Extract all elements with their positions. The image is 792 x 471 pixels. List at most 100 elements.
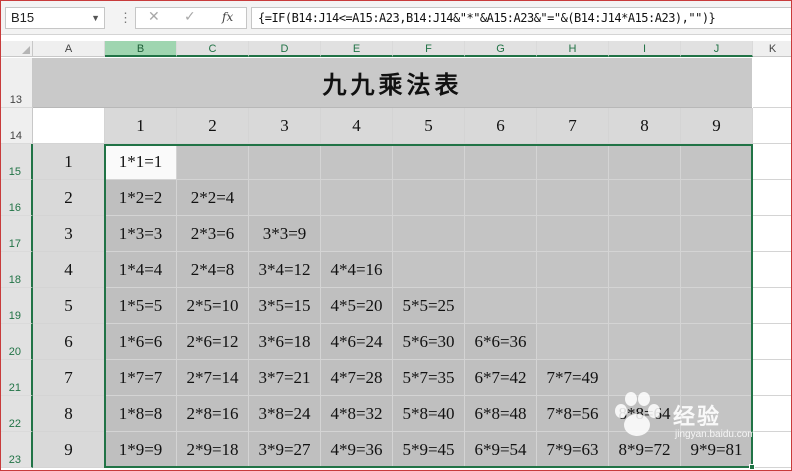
table-cell[interactable]	[537, 324, 609, 360]
table-cell[interactable]: 5*5=25	[393, 288, 465, 324]
table-cell[interactable]: 1*2=2	[105, 180, 177, 216]
cell-k[interactable]	[753, 288, 791, 324]
table-cell[interactable]: 4*8=32	[321, 396, 393, 432]
cancel-icon[interactable]: ✕	[148, 9, 160, 25]
table-cell[interactable]: 6*6=36	[465, 324, 537, 360]
table-cell[interactable]: 9*9=81	[681, 432, 753, 468]
table-cell[interactable]: 3*7=21	[249, 360, 321, 396]
table-cell[interactable]: 3*5=15	[249, 288, 321, 324]
table-cell[interactable]	[393, 216, 465, 252]
table-cell[interactable]	[321, 144, 393, 180]
table-cell[interactable]: 3*3=9	[249, 216, 321, 252]
table-cell[interactable]: 7*7=49	[537, 360, 609, 396]
table-cell[interactable]	[681, 144, 753, 180]
enter-icon[interactable]: ✓	[184, 9, 196, 25]
table-cell[interactable]	[609, 180, 681, 216]
table-cell[interactable]: 4*7=28	[321, 360, 393, 396]
table-cell[interactable]	[609, 360, 681, 396]
table-cell[interactable]: 1*6=6	[105, 324, 177, 360]
cell-k[interactable]	[753, 252, 791, 288]
table-cell[interactable]: 1*3=3	[105, 216, 177, 252]
table-cell[interactable]: 2*6=12	[177, 324, 249, 360]
multiplier-row-label[interactable]: 5	[33, 288, 105, 324]
column-header-h[interactable]: H	[537, 41, 609, 57]
row-header-22[interactable]: 22	[1, 396, 33, 432]
multiplier-header-cell[interactable]: 6	[465, 108, 537, 144]
cell-k13[interactable]	[753, 58, 791, 108]
multiplier-header-cell[interactable]: 5	[393, 108, 465, 144]
table-cell[interactable]	[681, 288, 753, 324]
multiplier-row-label[interactable]: 1	[33, 144, 105, 180]
multiplier-header-cell[interactable]: 4	[321, 108, 393, 144]
table-cell[interactable]	[681, 324, 753, 360]
table-cell[interactable]	[681, 252, 753, 288]
row-header-14[interactable]: 14	[1, 108, 33, 144]
table-cell[interactable]: 8*9=72	[609, 432, 681, 468]
multiplier-header-cell[interactable]: 3	[249, 108, 321, 144]
table-cell[interactable]: 1*9=9	[105, 432, 177, 468]
table-cell[interactable]	[465, 252, 537, 288]
column-header-a[interactable]: A	[33, 41, 105, 57]
more-options-icon[interactable]: ⋮	[119, 10, 132, 26]
table-cell[interactable]	[393, 252, 465, 288]
table-cell[interactable]: 5*7=35	[393, 360, 465, 396]
table-cell[interactable]	[681, 216, 753, 252]
row-header-17[interactable]: 17	[1, 216, 33, 252]
column-header-k[interactable]: K	[753, 41, 791, 57]
table-cell[interactable]	[249, 180, 321, 216]
table-cell[interactable]: 2*3=6	[177, 216, 249, 252]
table-cell[interactable]: 6*8=48	[465, 396, 537, 432]
table-cell[interactable]	[321, 180, 393, 216]
column-header-f[interactable]: F	[393, 41, 465, 57]
column-header-g[interactable]: G	[465, 41, 537, 57]
insert-function-icon[interactable]: fx	[222, 10, 233, 24]
cell-k[interactable]	[753, 324, 791, 360]
multiplier-row-label[interactable]: 9	[33, 432, 105, 468]
table-cell[interactable]: 2*8=16	[177, 396, 249, 432]
table-cell[interactable]: 2*7=14	[177, 360, 249, 396]
table-cell[interactable]	[537, 252, 609, 288]
table-cell[interactable]	[681, 180, 753, 216]
table-cell[interactable]: 6*7=42	[465, 360, 537, 396]
column-header-j[interactable]: J	[681, 41, 753, 57]
table-cell[interactable]	[393, 180, 465, 216]
column-header-i[interactable]: I	[609, 41, 681, 57]
multiplier-row-label[interactable]: 2	[33, 180, 105, 216]
table-cell[interactable]: 1*5=5	[105, 288, 177, 324]
table-cell[interactable]: 5*9=45	[393, 432, 465, 468]
table-cell[interactable]	[537, 216, 609, 252]
cell-k[interactable]	[753, 360, 791, 396]
table-cell[interactable]: 3*9=27	[249, 432, 321, 468]
chevron-down-icon[interactable]: ▼	[91, 8, 100, 28]
multiplier-header-cell[interactable]: 1	[105, 108, 177, 144]
multiplier-header-cell[interactable]: 7	[537, 108, 609, 144]
table-cell[interactable]: 6*9=54	[465, 432, 537, 468]
column-header-d[interactable]: D	[249, 41, 321, 57]
table-cell[interactable]: 1*8=8	[105, 396, 177, 432]
formula-input[interactable]: {=IF(B14:J14<=A15:A23,B14:J14&"*"&A15:A2…	[251, 7, 791, 29]
row-header-18[interactable]: 18	[1, 252, 33, 288]
table-cell[interactable]	[609, 324, 681, 360]
row-header-15[interactable]: 15	[1, 144, 33, 180]
table-cell[interactable]	[537, 288, 609, 324]
cell-k[interactable]	[753, 216, 791, 252]
cell-k[interactable]	[753, 180, 791, 216]
table-cell[interactable]	[177, 144, 249, 180]
table-cell[interactable]	[321, 216, 393, 252]
sheet-title[interactable]: 九九乘法表	[33, 58, 752, 108]
row-header-13[interactable]: 13	[1, 58, 33, 108]
table-cell[interactable]	[609, 144, 681, 180]
table-cell[interactable]: 7*8=56	[537, 396, 609, 432]
name-box[interactable]: B15 ▼	[5, 7, 105, 29]
multiplier-header-cell[interactable]: 9	[681, 108, 753, 144]
table-cell[interactable]: 2*5=10	[177, 288, 249, 324]
table-cell[interactable]	[537, 180, 609, 216]
table-cell[interactable]: 3*6=18	[249, 324, 321, 360]
table-cell[interactable]	[681, 396, 753, 432]
table-cell[interactable]: 8*8=64	[609, 396, 681, 432]
column-header-b[interactable]: B	[105, 41, 177, 57]
cell-k14[interactable]	[753, 108, 791, 144]
row-header-19[interactable]: 19	[1, 288, 33, 324]
row-header-21[interactable]: 21	[1, 360, 33, 396]
column-header-e[interactable]: E	[321, 41, 393, 57]
